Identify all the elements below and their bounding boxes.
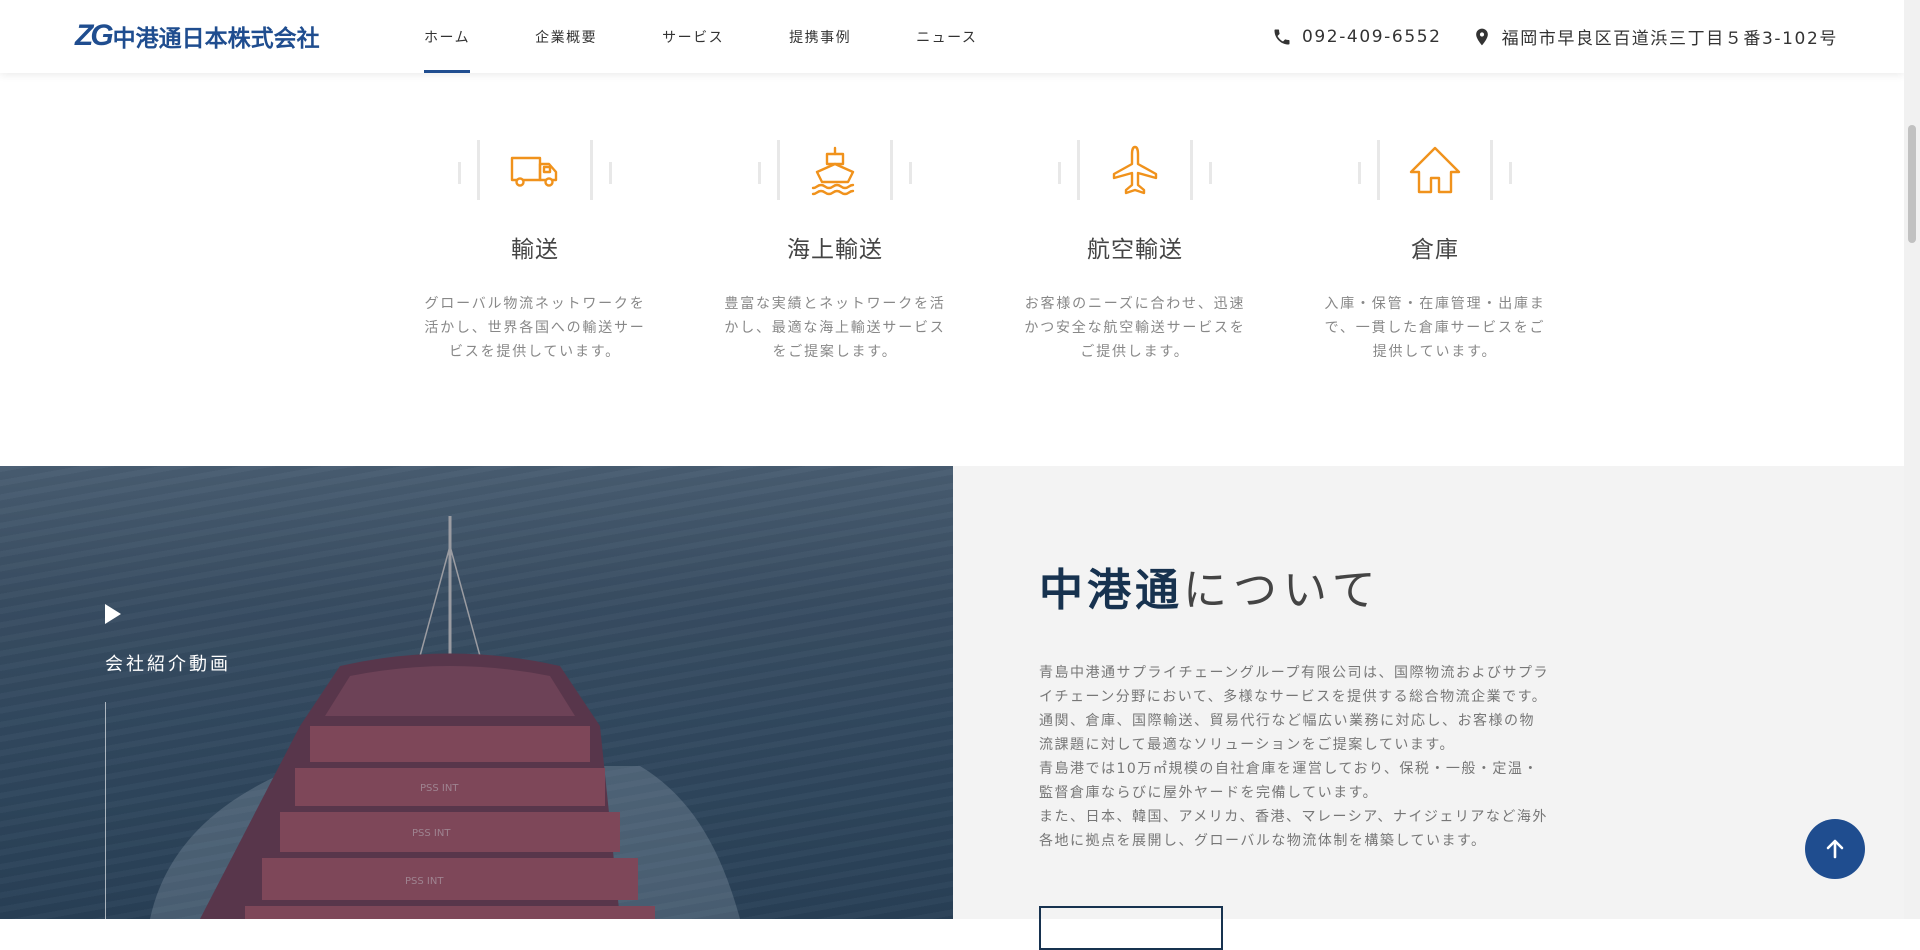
scrollbar-thumb[interactable] [1908, 125, 1916, 243]
service-title: 海上輸送 [787, 237, 883, 263]
contact-info: 092-409-6552 福岡市早良区百道浜三丁目５番3-102号 [1272, 0, 1838, 73]
about-paragraph: また、日本、韓国、アメリカ、香港、マレーシア、ナイジェリアなど海外各地に拠点を展… [1039, 809, 1548, 849]
logo-mark: ZG [75, 19, 114, 52]
phone-icon [1274, 29, 1290, 44]
service-title: 航空輸送 [1087, 237, 1183, 263]
play-icon[interactable] [105, 604, 121, 624]
airplane-icon [1112, 145, 1158, 195]
service-title: 倉庫 [1411, 237, 1459, 263]
about-paragraph: 通関、倉庫、国際輸送、貿易代行など幅広い業務に対応し、お客様の物流課題に対して最… [1039, 713, 1535, 753]
nav-item-services[interactable]: サービス [662, 0, 724, 73]
about-title-light: について [1183, 565, 1382, 616]
truck-icon [510, 156, 558, 187]
service-card-transport[interactable]: 輸送 グローバル物流ネットワークを活かし、世界各国への輸送サービスを提供していま… [385, 140, 685, 364]
house-icon [1409, 146, 1461, 194]
address-contact: 福岡市早良区百道浜三丁目５番3-102号 [1472, 24, 1838, 49]
nav-item-news[interactable]: ニュース [916, 0, 977, 73]
location-pin-icon [1475, 28, 1488, 45]
service-title: 輸送 [511, 237, 559, 263]
service-icon-frame [755, 140, 915, 200]
about-paragraph: 青島港では10万㎡規模の自社倉庫を運営しており、保税・一般・定温・監督倉庫ならび… [1039, 761, 1539, 801]
about-paragraph: 青島中港通サプライチェーングループ有限公司は、国際物流およびサプライチェーン分野… [1039, 665, 1549, 705]
company-video-panel[interactable]: PSS INT PSS INT PSS INT 会社紹介動画 [0, 466, 953, 919]
site-header: ZG 中港通日本株式会社 ホーム 企業概要 サービス 提携事例 ニュース 092… [0, 0, 1904, 73]
about-title-strong: 中港通 [1039, 565, 1183, 616]
service-icon-frame [1055, 140, 1215, 200]
address-text: 福岡市早良区百道浜三丁目５番3-102号 [1501, 29, 1838, 49]
service-icon-frame [455, 140, 615, 200]
logo-text: 中港通日本株式会社 [112, 26, 320, 52]
service-icon-frame [1355, 140, 1515, 200]
services-section: 輸送 グローバル物流ネットワークを活かし、世界各国への輸送サービスを提供していま… [385, 140, 1585, 364]
service-card-warehouse[interactable]: 倉庫 入庫・保管・在庫管理・出庫まで、一貫した倉庫サービスをご提供しています。 [1285, 140, 1585, 364]
decorative-line [105, 702, 106, 919]
about-section: 中港通について 青島中港通サプライチェーングループ有限公司は、国際物流およびサプ… [953, 466, 1904, 950]
nav-item-home[interactable]: ホーム [424, 0, 471, 73]
phone-number: 092-409-6552 [1301, 26, 1442, 47]
service-description: 豊富な実績とネットワークを活かし、最適な海上輸送サービスをご提案します。 [724, 296, 946, 360]
service-description: グローバル物流ネットワークを活かし、世界各国への輸送サービスを提供しています。 [424, 296, 646, 360]
service-card-sea[interactable]: 海上輸送 豊富な実績とネットワークを活かし、最適な海上輸送サービスをご提案します… [685, 140, 985, 364]
nav-item-company[interactable]: 企業概要 [535, 0, 597, 73]
main-nav: ホーム 企業概要 サービス 提携事例 ニュース [424, 0, 1042, 73]
page-scrollbar[interactable] [1904, 0, 1920, 919]
nav-item-cases[interactable]: 提携事例 [789, 0, 851, 73]
service-card-air[interactable]: 航空輸送 お客様のニーズに合わせ、迅速かつ安全な航空輸送サービスをご提供します。 [985, 140, 1285, 364]
service-description: お客様のニーズに合わせ、迅速かつ安全な航空輸送サービスをご提供します。 [1024, 296, 1246, 360]
video-label: 会社紹介動画 [105, 654, 231, 675]
back-to-top-button[interactable] [1805, 819, 1865, 879]
phone-contact[interactable]: 092-409-6552 [1272, 27, 1442, 47]
company-logo[interactable]: ZG 中港通日本株式会社 [75, 18, 320, 54]
read-more-button[interactable] [1039, 906, 1223, 950]
ship-icon [811, 146, 855, 196]
service-description: 入庫・保管・在庫管理・出庫まで、一貫した倉庫サービスをご提供しています。 [1324, 296, 1546, 360]
about-body: 青島中港通サプライチェーングループ有限公司は、国際物流およびサプライチェーン分野… [1039, 661, 1549, 853]
arrow-up-icon [1826, 839, 1844, 859]
about-title: 中港通について [1039, 554, 1382, 618]
